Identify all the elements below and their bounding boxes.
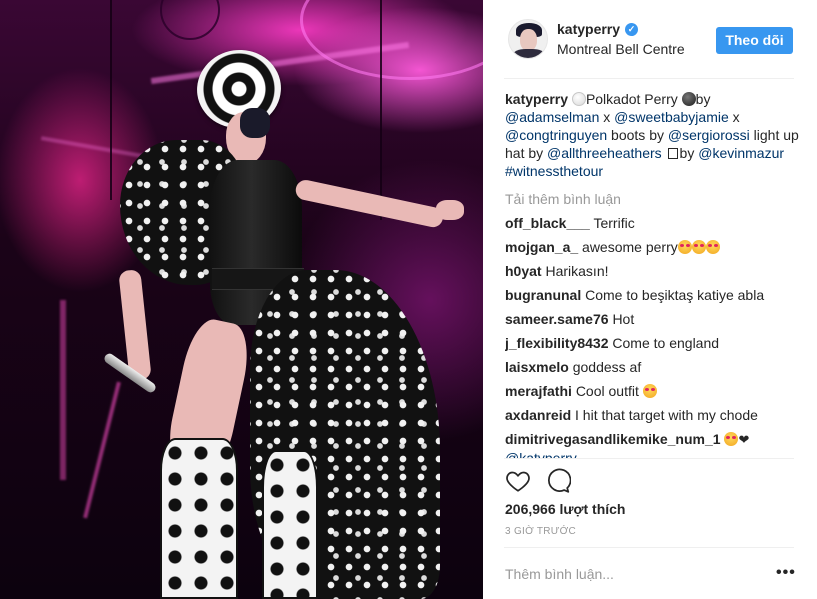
polka-dot-boot: [160, 438, 238, 599]
stage-light-beam: [83, 381, 121, 519]
add-comment-input[interactable]: [505, 562, 755, 586]
performer-hand: [436, 200, 464, 220]
heart-eyes-emoji-icon: [691, 240, 706, 254]
stage-rig: [160, 0, 220, 40]
comment-text: Come to england: [612, 335, 720, 351]
comment-text: goddess af: [572, 359, 642, 375]
comments-section[interactable]: katyperry Polkadot Perry by @adamselman …: [505, 90, 799, 458]
comment-username[interactable]: off_black___: [505, 215, 590, 231]
caption-text: boots by: [607, 127, 668, 143]
comment: dimitrivegasandlikemike_num_1 ❤ @katyper…: [505, 430, 799, 458]
performer-hair: [240, 108, 270, 138]
caption-text: by: [679, 145, 695, 161]
unknown-glyph-icon: [667, 148, 678, 159]
comment-username[interactable]: laisxmelo: [505, 359, 569, 375]
comment: mojgan_a_ awesome perry: [505, 238, 799, 256]
mention-link[interactable]: @sweetbabyjamie: [614, 109, 729, 125]
comment-text: Come to beşiktaş katiye abla: [585, 287, 765, 303]
comment-username[interactable]: sameer.same76: [505, 311, 609, 327]
comment-text: awesome perry: [582, 239, 678, 255]
heart-eyes-emoji-icon: [677, 240, 692, 254]
post-caption: katyperry Polkadot Perry by @adamselman …: [505, 90, 799, 180]
post-location[interactable]: Montreal Bell Centre: [557, 41, 685, 57]
post-timestamp: 3 GIỜ TRƯỚC: [505, 526, 577, 537]
caption-text: by: [695, 91, 711, 107]
comment-username[interactable]: bugranunal: [505, 287, 581, 303]
comment-username[interactable]: mojgan_a_: [505, 239, 578, 255]
mention-link[interactable]: @kevinmazur: [698, 145, 784, 161]
stage-light-arc: [300, 0, 483, 80]
post-actions: [505, 468, 572, 494]
load-more-comments-link[interactable]: Tải thêm bình luận: [505, 190, 799, 208]
stage-cable: [110, 0, 112, 200]
smiling-face-emoji-icon: [642, 384, 657, 398]
mention-link[interactable]: @katyperry: [505, 450, 577, 458]
post-photo[interactable]: [0, 0, 483, 599]
comment-text: I hit that target with my chode: [575, 407, 758, 423]
comment: bugranunal Come to beşiktaş katiye abla: [505, 286, 799, 304]
verified-badge-icon: ✓: [625, 22, 639, 36]
post-author: katyperry ✓: [557, 21, 639, 37]
add-comment-divider: [504, 547, 794, 548]
caption-text: x: [728, 109, 740, 125]
header-divider: [504, 78, 794, 79]
caption-text: x: [599, 109, 615, 125]
polka-dot-boot: [262, 450, 318, 599]
follow-button[interactable]: Theo dõi: [716, 27, 793, 54]
mention-link[interactable]: @adamselman: [505, 109, 599, 125]
white-circle-emoji-icon: [571, 92, 586, 106]
stage-cable: [380, 0, 382, 220]
comment-username[interactable]: axdanreid: [505, 407, 571, 423]
post-author-username[interactable]: katyperry: [557, 21, 620, 37]
comment: axdanreid I hit that target with my chod…: [505, 406, 799, 424]
comment: laisxmelo goddess af: [505, 358, 799, 376]
post-header: katyperry ✓ Montreal Bell Centre Theo dõ…: [483, 0, 817, 79]
comment: j_flexibility8432 Come to england: [505, 334, 799, 352]
comment-text: Harikasın!: [545, 263, 609, 279]
speech-bubble-icon[interactable]: [545, 468, 572, 494]
heart-outline-icon[interactable]: [505, 468, 531, 494]
more-options-button[interactable]: •••: [776, 565, 796, 581]
comment: sameer.same76 Hot: [505, 310, 799, 328]
comment: off_black___ Terrific: [505, 214, 799, 232]
comment-text: Hot: [612, 311, 635, 327]
actions-divider: [504, 458, 794, 459]
post-sidebar: katyperry ✓ Montreal Bell Centre Theo dõ…: [483, 0, 817, 599]
comment-username[interactable]: dimitrivegasandlikemike_num_1: [505, 431, 721, 447]
black-circle-emoji-icon: [681, 92, 696, 106]
stage-light-beam: [60, 300, 66, 480]
comment-username[interactable]: j_flexibility8432: [505, 335, 609, 351]
mention-link[interactable]: @congtringuyen: [505, 127, 607, 143]
heart-emoji-icon: ❤: [738, 432, 750, 447]
comment: merajfathi Cool outfit: [505, 382, 799, 400]
like-count[interactable]: 206,966 lượt thích: [505, 501, 625, 517]
caption-username[interactable]: katyperry: [505, 91, 568, 107]
mention-link[interactable]: @allthreeheathers: [547, 145, 662, 161]
mention-link[interactable]: @sergiorossi: [668, 127, 750, 143]
comment-username[interactable]: merajfathi: [505, 383, 572, 399]
caption-text: Polkadot Perry: [585, 91, 678, 107]
comment-username[interactable]: h0yat: [505, 263, 542, 279]
heart-eyes-emoji-icon: [724, 432, 739, 446]
comment: h0yat Harikasın!: [505, 262, 799, 280]
performer-arm: [293, 178, 445, 229]
comment-text: Cool outfit: [575, 383, 639, 399]
avatar[interactable]: [508, 19, 548, 59]
hashtag-link[interactable]: #witnessthetour: [505, 163, 603, 179]
comment-text: Terrific: [593, 215, 635, 231]
heart-eyes-emoji-icon: [705, 240, 720, 254]
